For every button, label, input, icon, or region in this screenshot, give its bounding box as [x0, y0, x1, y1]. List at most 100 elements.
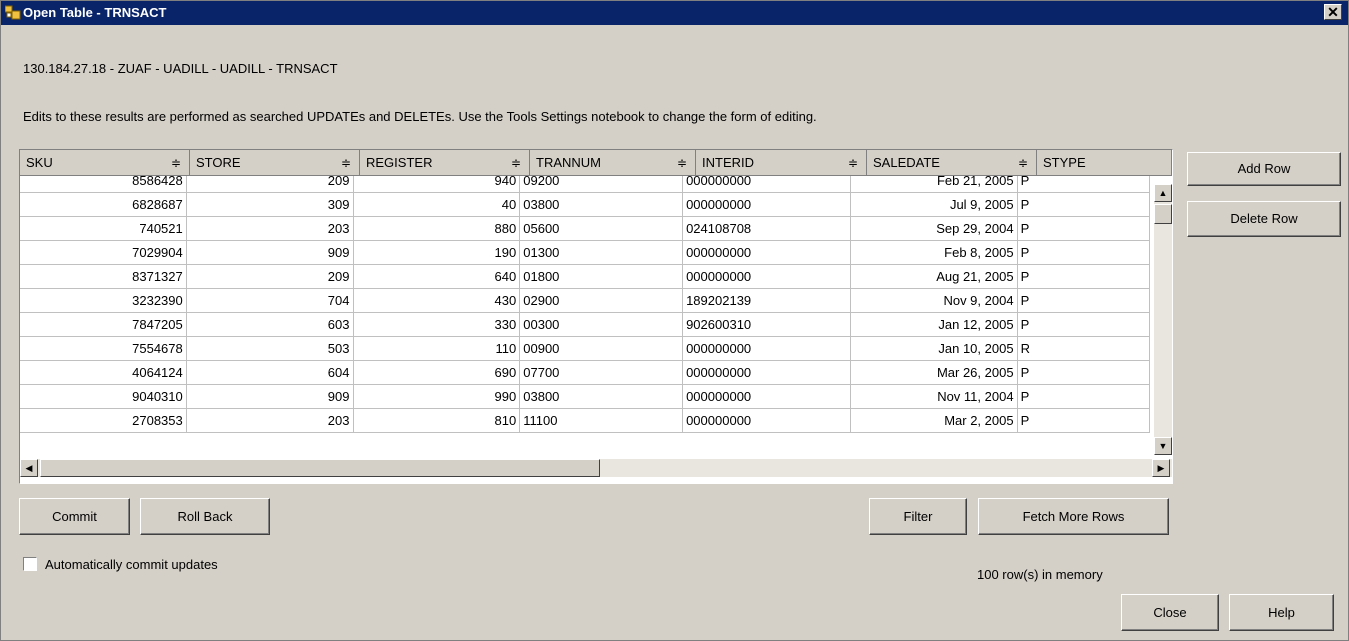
cell-interid[interactable]: 000000000 [683, 193, 851, 217]
cell-stype[interactable]: P [1017, 176, 1150, 193]
cell-sku[interactable]: 7847205 [20, 313, 187, 337]
cell-interid[interactable]: 000000000 [683, 337, 851, 361]
cell-saledate[interactable]: Sep 29, 2004 [850, 217, 1018, 241]
cell-register[interactable]: 810 [353, 409, 521, 433]
cell-interid[interactable]: 000000000 [683, 361, 851, 385]
scroll-up-icon[interactable]: ▲ [1154, 184, 1172, 202]
filter-button[interactable]: Filter [869, 498, 967, 535]
cell-trannum[interactable]: 07700 [520, 361, 684, 385]
cell-store[interactable]: 309 [186, 193, 354, 217]
cell-sku[interactable]: 8371327 [20, 265, 187, 289]
cell-interid[interactable]: 000000000 [683, 265, 851, 289]
cell-trannum[interactable]: 09200 [520, 176, 684, 193]
cell-trannum[interactable]: 01300 [520, 241, 684, 265]
table-row[interactable]: 7847205 603 330 00300 902600310 Jan 12, 2005 P [20, 313, 1150, 337]
column-header-register[interactable]: REGISTER ≑ [360, 150, 530, 176]
table-row[interactable]: 8371327 209 640 01800 000000000 Aug 21, 2005 P [20, 265, 1150, 289]
cell-saledate[interactable]: Feb 8, 2005 [850, 241, 1018, 265]
add-row-button[interactable]: Add Row [1187, 152, 1341, 186]
cell-store[interactable]: 209 [186, 176, 354, 193]
cell-trannum[interactable]: 11100 [520, 409, 684, 433]
close-button[interactable]: Close [1121, 594, 1219, 631]
column-header-stype[interactable]: STYPE [1037, 150, 1172, 176]
cell-interid[interactable]: 024108708 [683, 217, 851, 241]
cell-register[interactable]: 990 [353, 385, 521, 409]
cell-store[interactable]: 909 [186, 385, 354, 409]
cell-interid[interactable]: 000000000 [683, 176, 851, 193]
cell-trannum[interactable]: 00300 [520, 313, 684, 337]
horizontal-scroll-thumb[interactable] [40, 459, 600, 477]
fetch-more-rows-button[interactable]: Fetch More Rows [978, 498, 1169, 535]
cell-sku[interactable]: 4064124 [20, 361, 187, 385]
vertical-scroll-thumb[interactable] [1154, 204, 1172, 224]
auto-commit-checkbox[interactable] [23, 557, 37, 571]
cell-register[interactable]: 190 [353, 241, 521, 265]
cell-register[interactable]: 330 [353, 313, 521, 337]
cell-stype[interactable]: P [1017, 241, 1150, 265]
cell-interid[interactable]: 000000000 [683, 385, 851, 409]
column-header-saledate[interactable]: SALEDATE ≑ [867, 150, 1037, 176]
commit-button[interactable]: Commit [19, 498, 130, 535]
cell-store[interactable]: 203 [186, 217, 354, 241]
cell-sku[interactable]: 8586428 [20, 176, 187, 193]
cell-sku[interactable]: 7029904 [20, 241, 187, 265]
cell-trannum[interactable]: 05600 [520, 217, 684, 241]
cell-sku[interactable]: 7554678 [20, 337, 187, 361]
cell-trannum[interactable]: 03800 [520, 193, 684, 217]
table-row[interactable]: 4064124 604 690 07700 000000000 Mar 26, 2005 P [20, 361, 1150, 385]
results-grid[interactable]: SKU ≑ STORE ≑ REGISTER ≑ TRANNUM ≑ INTERID ≑ … [19, 149, 1173, 484]
cell-register[interactable]: 940 [353, 176, 521, 193]
cell-interid[interactable]: 902600310 [683, 313, 851, 337]
cell-stype[interactable]: P [1017, 409, 1150, 433]
column-header-sku[interactable]: SKU ≑ [20, 150, 190, 176]
cell-sku[interactable]: 3232390 [20, 289, 187, 313]
cell-interid[interactable]: 189202139 [683, 289, 851, 313]
table-row[interactable]: 9040310 909 990 03800 000000000 Nov 11, 2004 P [20, 385, 1150, 409]
cell-saledate[interactable]: Jan 10, 2005 [850, 337, 1018, 361]
horizontal-scrollbar[interactable]: ◀ ▶ [20, 459, 1172, 477]
cell-store[interactable]: 604 [186, 361, 354, 385]
table-row[interactable]: 7029904 909 190 01300 000000000 Feb 8, 2005 P [20, 241, 1150, 265]
close-window-button[interactable]: ✕ [1324, 4, 1342, 20]
cell-stype[interactable]: P [1017, 313, 1150, 337]
table-row[interactable]: 7554678 503 110 00900 000000000 Jan 10, 2005 R [20, 337, 1150, 361]
delete-row-button[interactable]: Delete Row [1187, 201, 1341, 237]
cell-store[interactable]: 209 [186, 265, 354, 289]
scroll-down-icon[interactable]: ▼ [1154, 437, 1172, 455]
column-header-store[interactable]: STORE ≑ [190, 150, 360, 176]
table-row[interactable]: 3232390 704 430 02900 189202139 Nov 9, 2004 P [20, 289, 1150, 313]
cell-stype[interactable]: P [1017, 385, 1150, 409]
cell-stype[interactable]: P [1017, 289, 1150, 313]
cell-register[interactable]: 640 [353, 265, 521, 289]
cell-trannum[interactable]: 01800 [520, 265, 684, 289]
scroll-right-icon[interactable]: ▶ [1152, 459, 1170, 477]
cell-stype[interactable]: P [1017, 265, 1150, 289]
column-header-trannum[interactable]: TRANNUM ≑ [530, 150, 696, 176]
cell-store[interactable]: 704 [186, 289, 354, 313]
cell-register[interactable]: 880 [353, 217, 521, 241]
cell-store[interactable]: 203 [186, 409, 354, 433]
cell-saledate[interactable]: Mar 2, 2005 [850, 409, 1018, 433]
cell-interid[interactable]: 000000000 [683, 409, 851, 433]
cell-store[interactable]: 603 [186, 313, 354, 337]
cell-stype[interactable]: P [1017, 217, 1150, 241]
cell-store[interactable]: 503 [186, 337, 354, 361]
cell-store[interactable]: 909 [186, 241, 354, 265]
cell-saledate[interactable]: Feb 21, 2005 [850, 176, 1018, 193]
roll-back-button[interactable]: Roll Back [140, 498, 270, 535]
cell-stype[interactable]: R [1017, 337, 1150, 361]
cell-sku[interactable]: 740521 [20, 217, 187, 241]
cell-saledate[interactable]: Nov 9, 2004 [850, 289, 1018, 313]
cell-trannum[interactable]: 03800 [520, 385, 684, 409]
cell-interid[interactable]: 000000000 [683, 241, 851, 265]
cell-sku[interactable]: 2708353 [20, 409, 187, 433]
table-row[interactable]: 6828687 309 40 03800 000000000 Jul 9, 2005 P [20, 193, 1150, 217]
cell-register[interactable]: 110 [353, 337, 521, 361]
cell-saledate[interactable]: Jul 9, 2005 [850, 193, 1018, 217]
cell-stype[interactable]: P [1017, 193, 1150, 217]
title-bar[interactable]: Open Table - TRNSACT ✕ [1, 1, 1348, 25]
cell-saledate[interactable]: Jan 12, 2005 [850, 313, 1018, 337]
cell-trannum[interactable]: 02900 [520, 289, 684, 313]
cell-trannum[interactable]: 00900 [520, 337, 684, 361]
cell-register[interactable]: 430 [353, 289, 521, 313]
